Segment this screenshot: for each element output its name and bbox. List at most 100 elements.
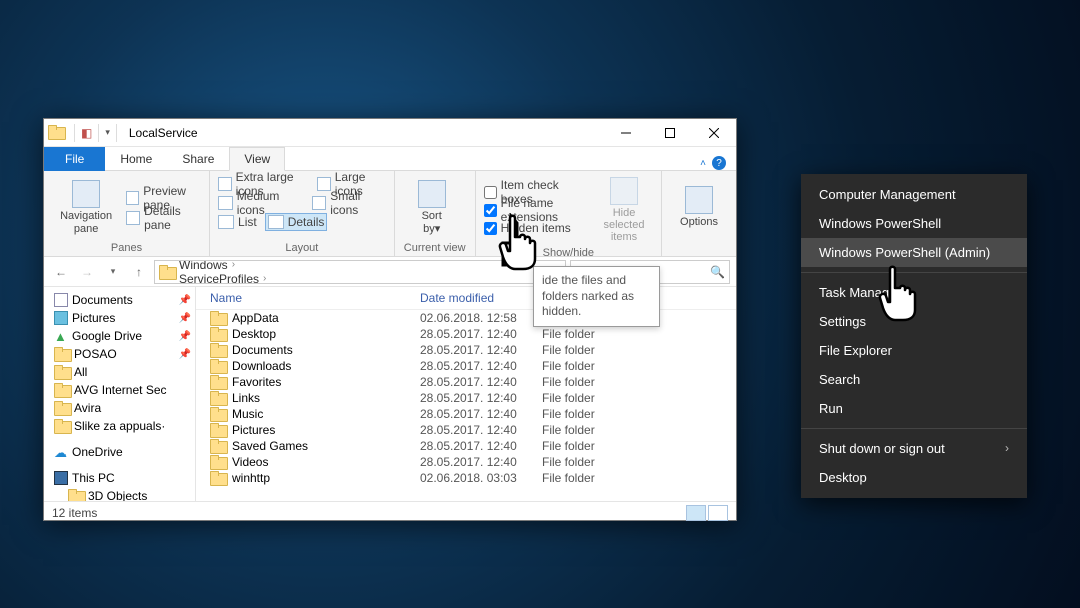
details-pane-button[interactable]: Details pane [126, 209, 201, 227]
tree-item[interactable]: This PC [46, 469, 193, 487]
col-name[interactable]: Name [210, 291, 420, 305]
layout-list[interactable]: List [218, 213, 257, 231]
md-icon [218, 196, 233, 210]
tooltip-hidden-items: ide the files and folders narked as hidd… [533, 266, 660, 327]
navigation-tree[interactable]: Documents📌Pictures📌▲Google Drive📌POSAO📌A… [44, 287, 196, 501]
group-layout: Extra large icons Large icons Medium ico… [210, 171, 395, 256]
folder-icon [210, 343, 226, 357]
tab-file[interactable]: File [44, 147, 105, 171]
tree-item[interactable]: Avira [46, 399, 193, 417]
group-show-hide: Item check boxes File name extensions Hi… [476, 171, 662, 256]
tree-item[interactable]: All [46, 363, 193, 381]
context-menu-item[interactable]: Windows PowerShell (Admin) [801, 238, 1027, 267]
lg-icon [317, 177, 330, 191]
status-bar: 12 items [44, 501, 736, 523]
folder-icon [210, 375, 226, 389]
folder-icon [210, 439, 226, 453]
context-menu-item[interactable]: Desktop [801, 463, 1027, 492]
navigation-pane-button[interactable]: Navigation pane [52, 175, 120, 240]
window-title: LocalService [129, 126, 198, 140]
layout-details[interactable]: Details [265, 213, 328, 231]
folder-icon [210, 391, 226, 405]
ribbon-view: Navigation pane Preview pane Details pan… [44, 171, 736, 257]
tree-item[interactable]: Slike za appuals· [46, 417, 193, 435]
list-icon [218, 215, 234, 229]
tab-view[interactable]: View [229, 147, 285, 171]
group-options: Options [662, 171, 736, 256]
check-hidden-items[interactable]: Hidden items [484, 219, 589, 237]
folder-icon [210, 455, 226, 469]
file-row[interactable]: winhttp02.06.2018. 03:03File folder [196, 470, 736, 486]
hide-selected-items-button[interactable]: Hide selecteditems [595, 175, 653, 245]
hide-items-icon [610, 177, 638, 205]
tree-item[interactable]: ▲Google Drive📌 [46, 327, 193, 345]
folder-icon [210, 423, 226, 437]
context-menu-item[interactable]: Task Manager [801, 278, 1027, 307]
file-rows[interactable]: AppData02.06.2018. 12:58File folderDeskt… [196, 310, 736, 501]
help-icon[interactable]: ? [712, 156, 726, 170]
back-button[interactable]: ← [50, 261, 72, 283]
chevron-up-icon: ˄ [700, 158, 706, 169]
view-details-button[interactable] [686, 505, 706, 521]
sort-by-button[interactable]: Sortby▾ [403, 175, 461, 240]
up-button[interactable]: ↑ [128, 261, 150, 283]
xl-icon [218, 177, 232, 191]
view-large-icons-button[interactable] [708, 505, 728, 521]
forward-button[interactable]: → [76, 261, 98, 283]
tree-item[interactable]: Documents📌 [46, 291, 193, 309]
maximize-button[interactable] [648, 119, 692, 147]
drive-icon [159, 265, 175, 279]
context-menu-item[interactable]: Search [801, 365, 1027, 394]
address-bar[interactable]: Local Disk (C:)›Windows›ServiceProfiles›… [154, 260, 566, 284]
context-menu-item[interactable]: File Explorer [801, 336, 1027, 365]
check-file-name-extensions[interactable]: File name extensions [484, 201, 589, 219]
file-row[interactable]: Desktop28.05.2017. 12:40File folder [196, 326, 736, 342]
search-icon: 🔍 [710, 265, 725, 279]
layout-small[interactable]: Small icons [312, 194, 386, 212]
tree-item[interactable]: ☁OneDrive [46, 443, 193, 461]
file-row[interactable]: Pictures28.05.2017. 12:40File folder [196, 422, 736, 438]
status-text: 12 items [52, 506, 97, 520]
tree-item[interactable]: Pictures📌 [46, 309, 193, 327]
minimize-button[interactable] [604, 119, 648, 147]
context-menu-item[interactable]: Settings [801, 307, 1027, 336]
file-row[interactable]: Links28.05.2017. 12:40File folder [196, 390, 736, 406]
file-row[interactable]: Saved Games28.05.2017. 12:40File folder [196, 438, 736, 454]
file-row[interactable]: Videos28.05.2017. 12:40File folder [196, 454, 736, 470]
folder-icon [210, 471, 226, 485]
qat-save-icon[interactable]: ◧ [81, 126, 92, 140]
ribbon-collapse[interactable]: ˄ ? [690, 156, 736, 170]
tab-home[interactable]: Home [105, 147, 167, 171]
sm-icon [312, 196, 327, 210]
options-icon [685, 186, 713, 214]
titlebar[interactable]: ◧ ▾ LocalService [44, 119, 736, 147]
context-menu-item[interactable]: Shut down or sign out› [801, 434, 1027, 463]
tree-item[interactable]: AVG Internet Sec [46, 381, 193, 399]
file-row[interactable]: Favorites28.05.2017. 12:40File folder [196, 374, 736, 390]
col-date[interactable]: Date modified [420, 291, 542, 305]
sort-icon [418, 180, 446, 208]
folder-icon [210, 359, 226, 373]
details-icon [268, 215, 284, 229]
preview-pane-icon [126, 191, 139, 205]
context-menu-item[interactable]: Windows PowerShell [801, 209, 1027, 238]
tree-item[interactable]: POSAO📌 [46, 345, 193, 363]
folder-icon [48, 125, 64, 141]
context-menu-item[interactable]: Run [801, 394, 1027, 423]
recent-locations-button[interactable]: ▾ [102, 261, 124, 283]
options-button[interactable]: Options [670, 175, 728, 240]
tree-item[interactable]: 3D Objects [46, 487, 193, 501]
ribbon-tabs: File Home Share View ˄ ? [44, 147, 736, 171]
file-row[interactable]: Music28.05.2017. 12:40File folder [196, 406, 736, 422]
breadcrumb[interactable]: ServiceProfiles› [179, 272, 268, 284]
winx-context-menu: Computer ManagementWindows PowerShellWin… [801, 174, 1027, 498]
file-row[interactable]: Downloads28.05.2017. 12:40File folder [196, 358, 736, 374]
breadcrumb[interactable]: Windows› [179, 260, 268, 272]
tab-share[interactable]: Share [167, 147, 229, 171]
qat-dropdown-icon[interactable]: ▾ [105, 127, 110, 138]
layout-medium[interactable]: Medium icons [218, 194, 304, 212]
close-button[interactable] [692, 119, 736, 147]
file-row[interactable]: Documents28.05.2017. 12:40File folder [196, 342, 736, 358]
context-menu-item[interactable]: Computer Management [801, 180, 1027, 209]
group-panes: Navigation pane Preview pane Details pan… [44, 171, 210, 256]
